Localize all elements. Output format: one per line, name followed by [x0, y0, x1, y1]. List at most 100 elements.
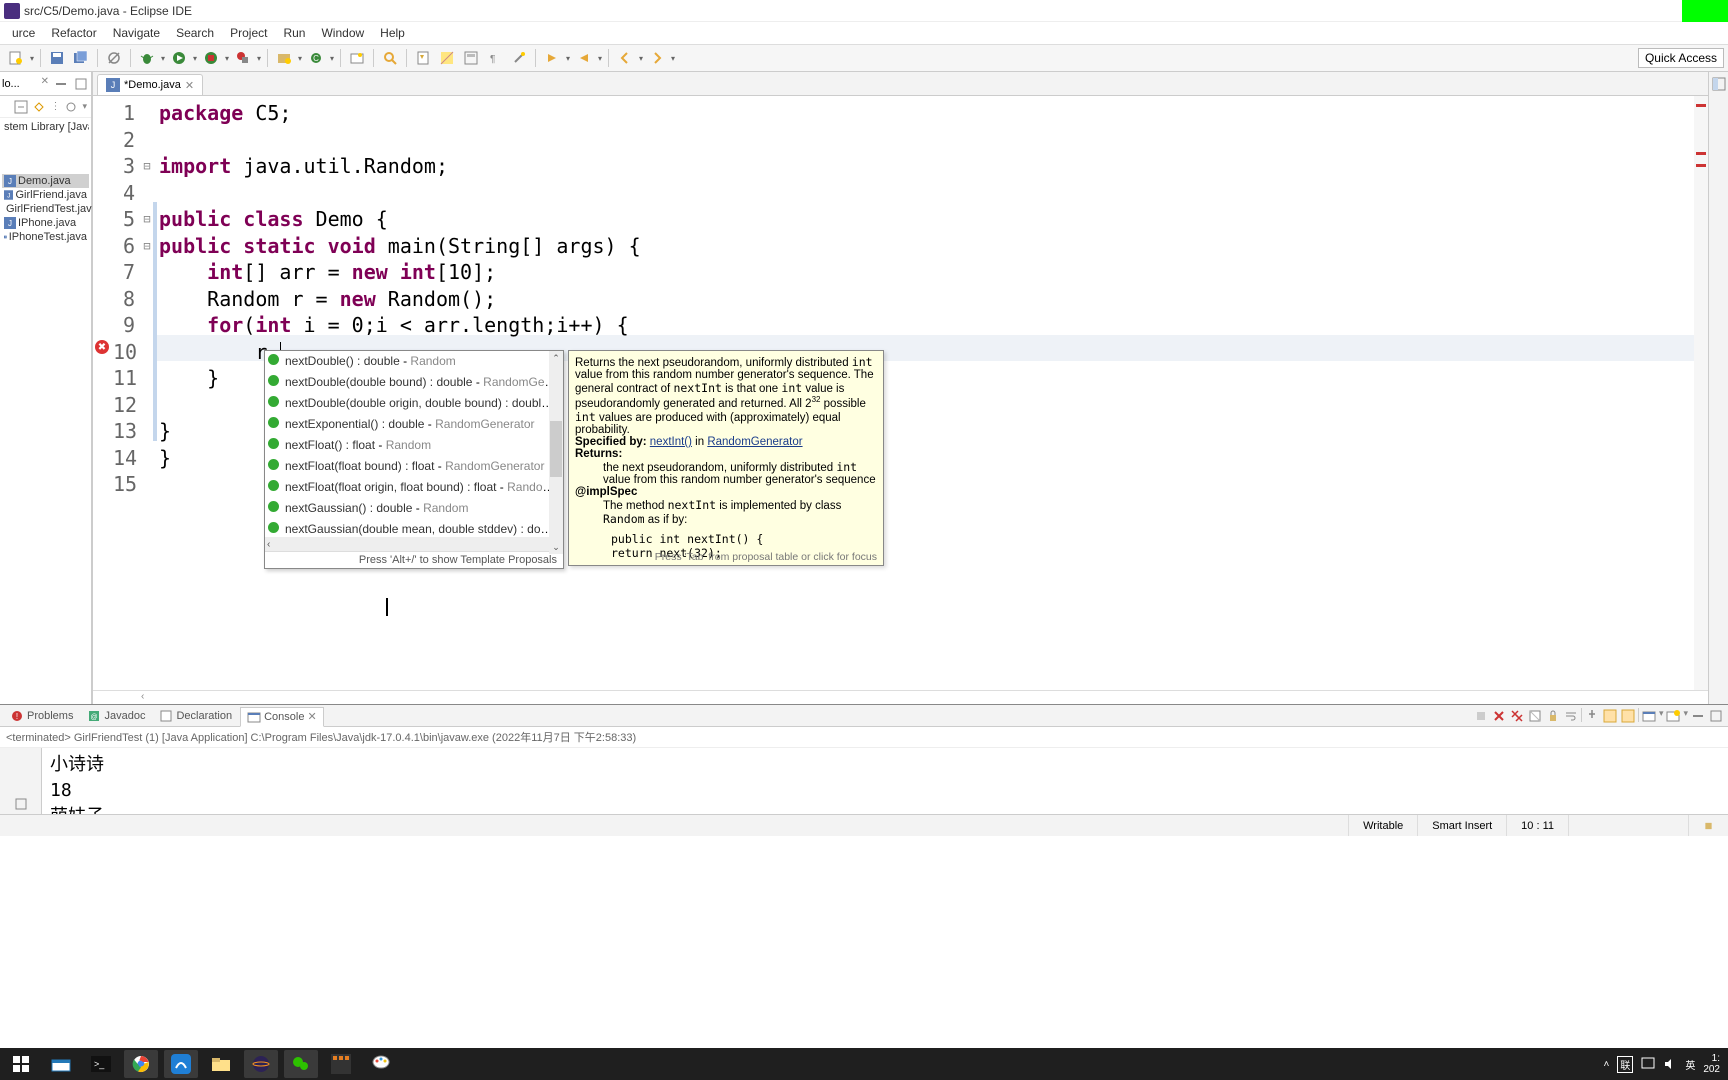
menu-run[interactable]: Run	[275, 24, 313, 42]
quick-access[interactable]: Quick Access	[1638, 48, 1724, 68]
console-show-err-icon[interactable]	[1602, 708, 1618, 724]
tab-console[interactable]: Console ✕	[240, 707, 324, 727]
new-dropdown[interactable]: ▾	[28, 54, 36, 63]
javadoc-hover[interactable]: Returns the next pseudorandom, uniformly…	[568, 350, 884, 566]
file-tree[interactable]: stem Library [Java JDemo.java JGirlFrien…	[0, 118, 91, 704]
menu-refactor[interactable]: Refactor	[43, 24, 104, 42]
autocomplete-item[interactable]: nextGaussian(double mean, double stddev)…	[265, 519, 563, 537]
close-console-icon[interactable]: ✕	[307, 710, 316, 723]
tab-javadoc[interactable]: @Javadoc	[81, 707, 151, 725]
coverage-button[interactable]	[200, 47, 222, 69]
task-paint[interactable]	[364, 1050, 398, 1078]
autocomplete-item[interactable]: nextDouble() : double - Random	[265, 351, 563, 372]
tray-network-icon[interactable]	[1641, 1057, 1655, 1071]
tab-problems[interactable]: !Problems	[4, 707, 79, 725]
tray-time[interactable]: 1:	[1712, 1053, 1720, 1064]
menu-window[interactable]: Window	[313, 24, 372, 42]
save-all-button[interactable]	[70, 47, 92, 69]
console-wrap-icon[interactable]	[1563, 708, 1579, 724]
menu-search[interactable]: Search	[168, 24, 222, 42]
tree-file-iphone[interactable]: JIPhone.java	[2, 216, 89, 230]
tree-file-demo[interactable]: JDemo.java	[2, 174, 89, 188]
console-show-out-icon[interactable]	[1620, 708, 1636, 724]
task-chrome[interactable]	[124, 1050, 158, 1078]
back-button[interactable]	[614, 47, 636, 69]
jre-library-node[interactable]: stem Library [Java	[2, 120, 89, 134]
task-app-blue[interactable]	[164, 1050, 198, 1078]
new-class-dropdown[interactable]: ▾	[328, 54, 336, 63]
console-clear-icon[interactable]	[1527, 708, 1543, 724]
skip-breakpoints-button[interactable]	[103, 47, 125, 69]
perspective-icon[interactable]	[1711, 76, 1727, 92]
trim-restore-icon[interactable]	[13, 796, 29, 812]
tree-file-iphonetest[interactable]: JIPhoneTest.java	[2, 230, 89, 244]
autocomplete-item[interactable]: nextFloat() : float - Random	[265, 435, 563, 456]
tab-declaration[interactable]: Declaration	[153, 707, 238, 725]
wand-button[interactable]	[508, 47, 530, 69]
menu-source[interactable]: urce	[4, 24, 43, 42]
autocomplete-item[interactable]: nextExponential() : double - RandomGener…	[265, 414, 563, 435]
menu-help[interactable]: Help	[372, 24, 413, 42]
run-button[interactable]	[168, 47, 190, 69]
ext-tools-button[interactable]	[232, 47, 254, 69]
console-remove-all-icon[interactable]	[1509, 708, 1525, 724]
tray-date[interactable]: 202	[1703, 1064, 1720, 1075]
forward-button[interactable]	[646, 47, 668, 69]
prev-annotation-button[interactable]	[573, 47, 595, 69]
content-assist-popup[interactable]: nextDouble() : double - RandomnextDouble…	[264, 350, 564, 569]
console-scroll-lock-icon[interactable]	[1545, 708, 1561, 724]
console-pin-icon[interactable]	[1584, 708, 1600, 724]
tray-ime[interactable]: 英	[1685, 1057, 1695, 1072]
javadoc-link-randomgenerator[interactable]: RandomGenerator	[707, 436, 802, 448]
next-ann-dropdown[interactable]: ▾	[564, 54, 572, 63]
window-restore-button[interactable]	[1682, 0, 1728, 22]
fold-column[interactable]: ⊟⊟⊟	[141, 96, 153, 690]
close-tab-icon[interactable]: ✕	[185, 79, 194, 92]
task-app-orange[interactable]	[324, 1050, 358, 1078]
new-class-button[interactable]: C	[305, 47, 327, 69]
tree-file-girlfriend[interactable]: JGirlFriend.java	[2, 188, 89, 202]
tree-file-girlfriendtest[interactable]: JGirlFriendTest.java	[2, 202, 89, 216]
toggle-mark-button[interactable]	[412, 47, 434, 69]
editor-tab-demo[interactable]: J *Demo.java ✕	[97, 74, 203, 95]
view-maximize-icon[interactable]	[73, 76, 89, 92]
link-editor-icon[interactable]	[32, 100, 46, 114]
show-whitespace-button[interactable]: ¶	[484, 47, 506, 69]
start-button[interactable]	[4, 1050, 38, 1078]
search-button[interactable]	[379, 47, 401, 69]
forward-dropdown[interactable]: ▾	[669, 54, 677, 63]
content-assist-scrollbar[interactable]: ⌃ ⌄	[549, 351, 563, 554]
task-fileexplorer[interactable]	[204, 1050, 238, 1078]
new-pkg-dropdown[interactable]: ▾	[296, 54, 304, 63]
view-close-icon[interactable]: ✕	[41, 76, 49, 92]
collapse-all-icon[interactable]	[14, 100, 28, 114]
view-tab-label[interactable]: lo...	[2, 78, 20, 90]
task-eclipse[interactable]	[244, 1050, 278, 1078]
next-annotation-button[interactable]	[541, 47, 563, 69]
ext-tools-dropdown[interactable]: ▾	[255, 54, 263, 63]
task-explorer[interactable]	[44, 1050, 78, 1078]
coverage-dropdown[interactable]: ▾	[223, 54, 231, 63]
tray-brand[interactable]: 联	[1617, 1056, 1633, 1073]
menu-project[interactable]: Project	[222, 24, 275, 42]
open-type-button[interactable]	[346, 47, 368, 69]
task-wechat[interactable]	[284, 1050, 318, 1078]
scroll-left-icon[interactable]: ‹	[267, 539, 270, 550]
autocomplete-item[interactable]: nextDouble(double bound) : double - Rand…	[265, 372, 563, 393]
console-open-icon[interactable]	[1641, 708, 1657, 724]
console-new-icon[interactable]	[1665, 708, 1681, 724]
autocomplete-item[interactable]: nextFloat(float bound) : float - RandomG…	[265, 456, 563, 477]
task-terminal[interactable]: >_	[84, 1050, 118, 1078]
hscroll-left[interactable]: ‹	[141, 691, 144, 704]
view-min-icon[interactable]	[1690, 708, 1706, 724]
error-marker[interactable]: ✖	[95, 340, 109, 354]
autocomplete-item[interactable]: nextDouble(double origin, double bound) …	[265, 393, 563, 414]
autocomplete-item[interactable]: nextGaussian() : double - Random	[265, 498, 563, 519]
menu-navigate[interactable]: Navigate	[105, 24, 168, 42]
toggle-block-button[interactable]	[460, 47, 482, 69]
javadoc-link-nextint[interactable]: nextInt()	[650, 436, 692, 448]
run-dropdown[interactable]: ▾	[191, 54, 199, 63]
console-remove-icon[interactable]	[1491, 708, 1507, 724]
focus-icon[interactable]	[64, 100, 78, 114]
save-button[interactable]	[46, 47, 68, 69]
